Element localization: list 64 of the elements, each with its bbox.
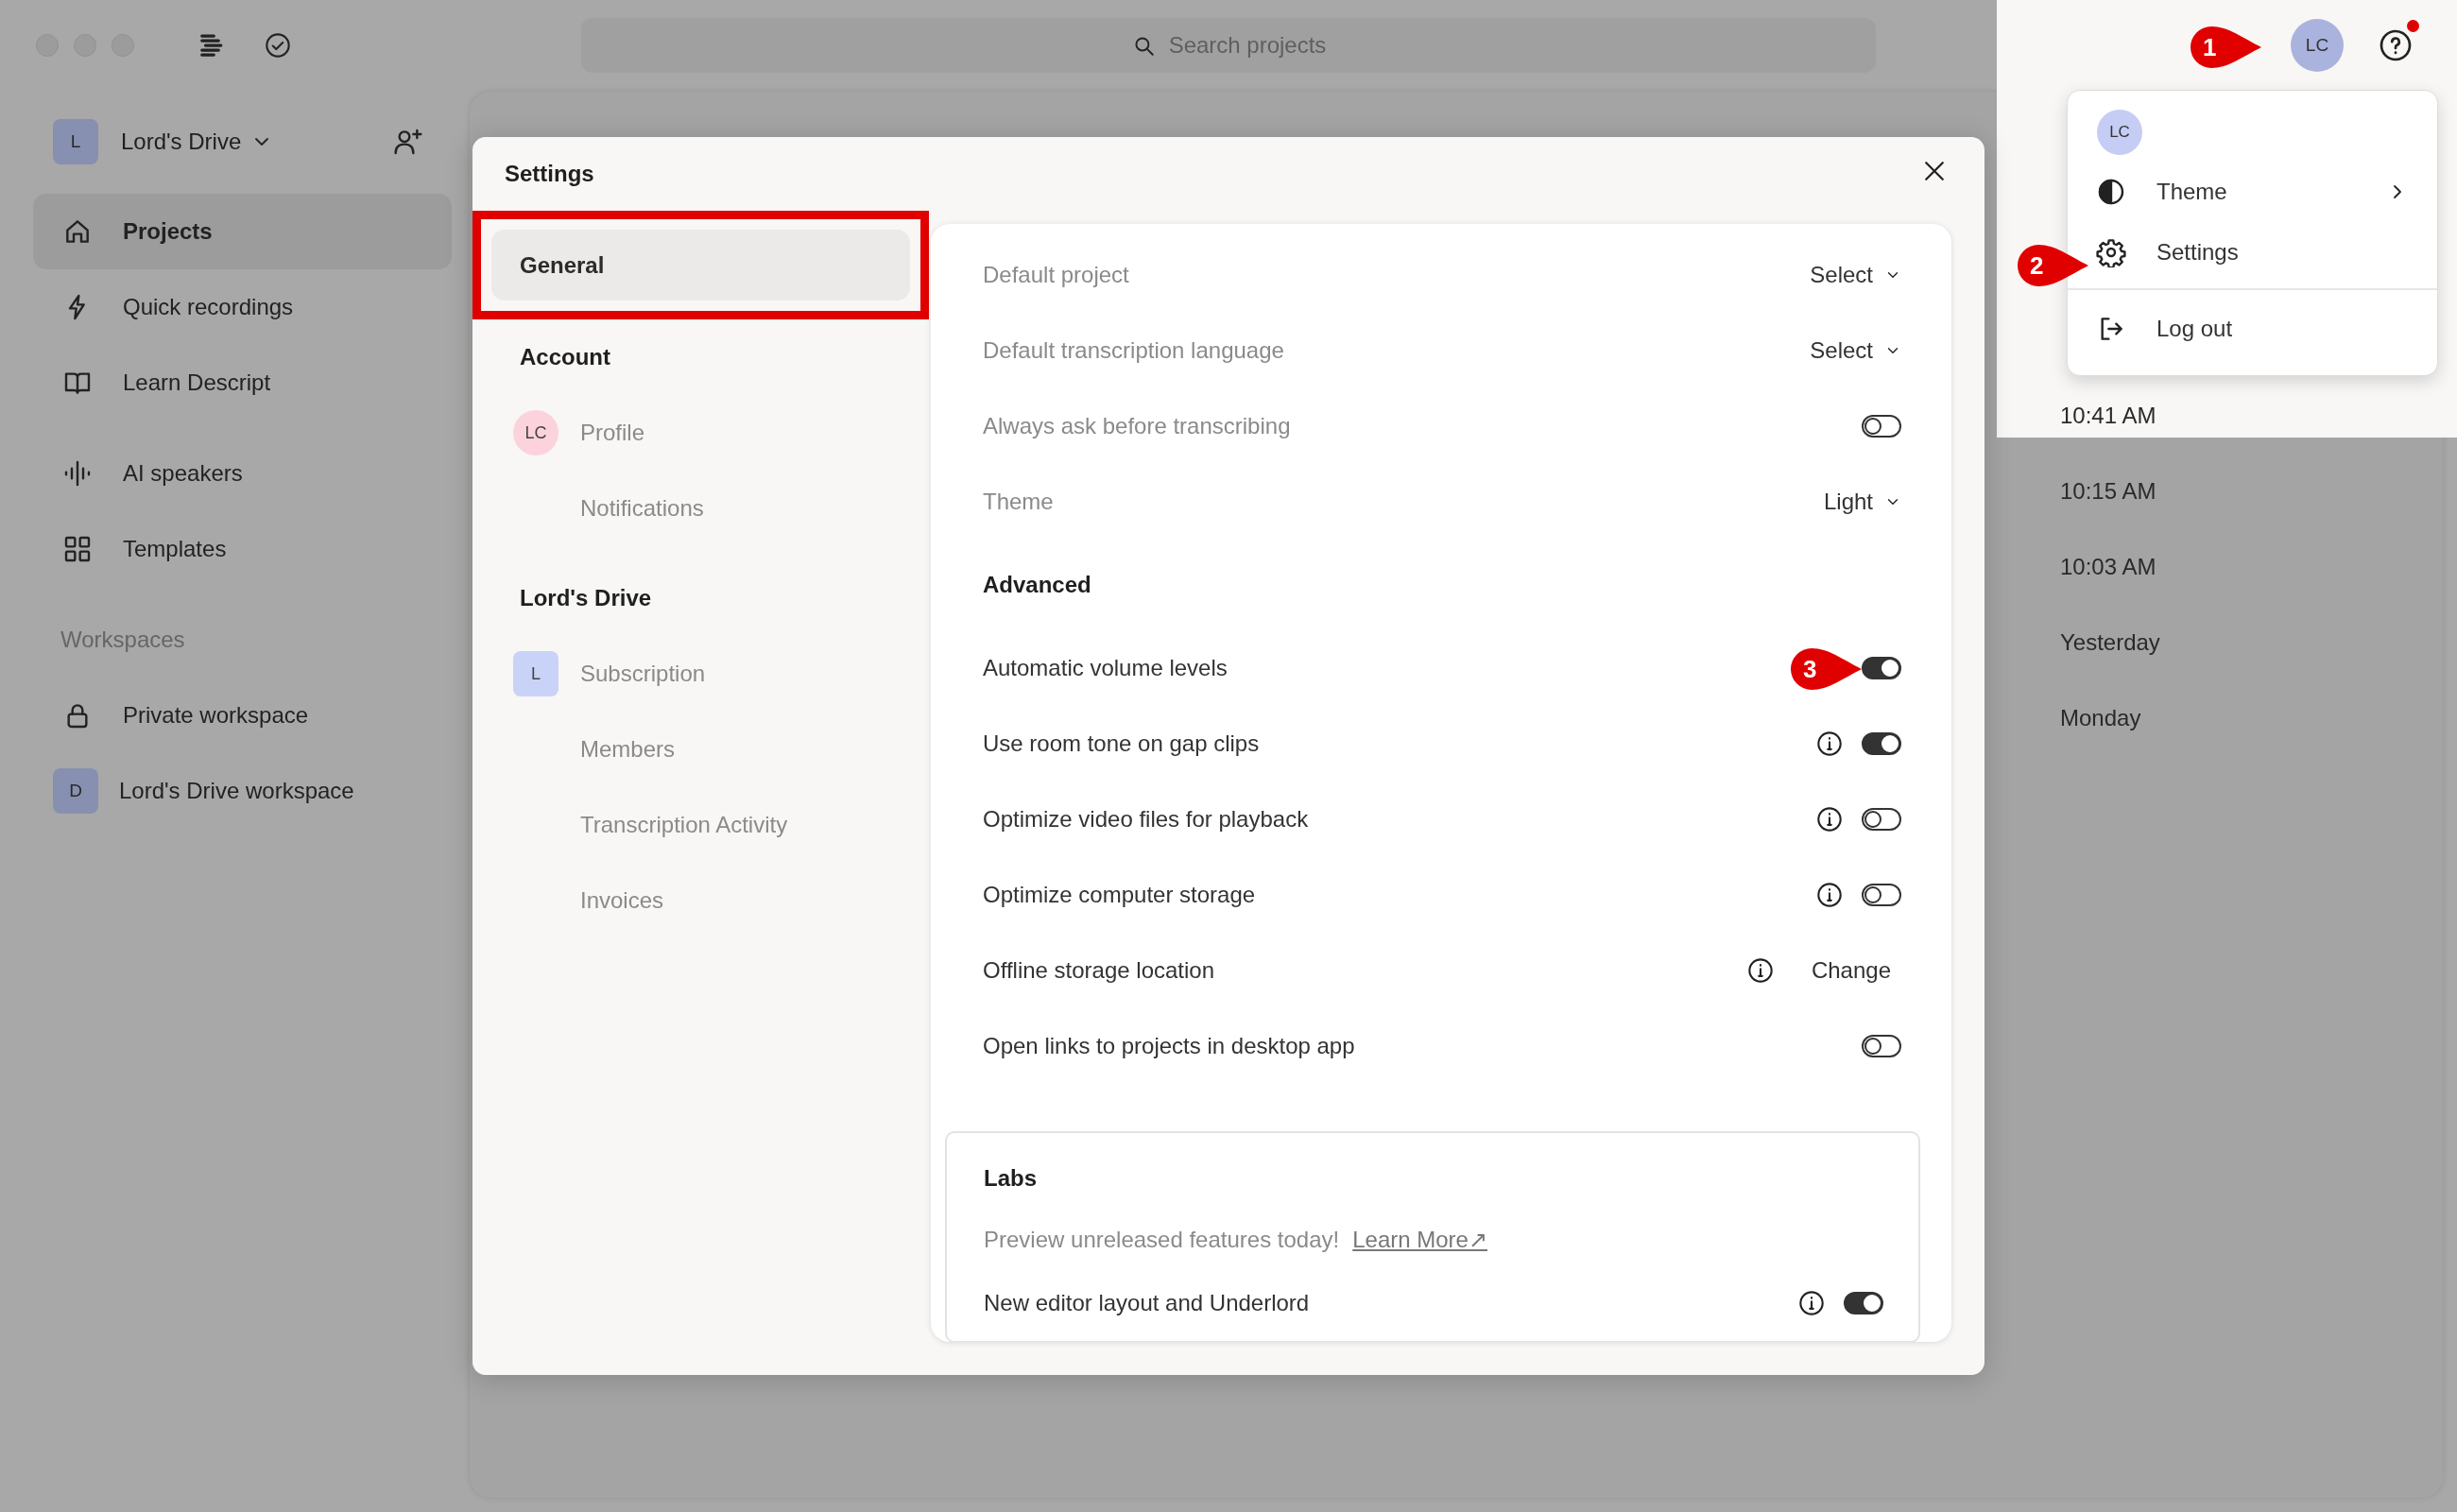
section-heading: Labs (983, 1164, 1038, 1193)
theme-icon (2096, 177, 2126, 207)
step-marker: 2 (2018, 245, 2088, 286)
settings-nav-item[interactable]: LC Profile (472, 395, 931, 471)
grid-icon (62, 534, 93, 564)
sidebar-item[interactable]: Learn Descript (33, 345, 452, 421)
help-button[interactable] (2379, 27, 2413, 62)
section-heading: Workspaces (60, 626, 186, 654)
toggle-switch[interactable] (1862, 415, 1901, 438)
toggle-switch[interactable] (1862, 732, 1901, 755)
setting-label: Theme (983, 489, 1054, 515)
workspace-avatar: D (53, 768, 98, 814)
section-heading: Account (519, 343, 611, 371)
step-marker: 1 (2191, 26, 2261, 68)
check-circle-icon (265, 31, 291, 59)
add-user-icon (393, 127, 423, 157)
project-time: 10:15 AM (2060, 477, 2157, 506)
toggle-switch[interactable] (1862, 657, 1901, 679)
help-icon (2379, 27, 2413, 62)
sidebar-item[interactable]: Projects (33, 194, 452, 269)
setting-label: Always ask before transcribing (983, 413, 1291, 439)
setting-label: Optimize video files for playback (983, 806, 1309, 833)
project-time: Yesterday (2060, 628, 2161, 657)
setting-label: Offline storage location (983, 957, 1215, 984)
settings-icon (2096, 237, 2126, 267)
setting-label: Automatic volume levels (983, 655, 1228, 681)
select-dropdown[interactable]: Select (1810, 262, 1901, 288)
dialog-title: Settings (505, 161, 594, 187)
sidebar-item[interactable]: D Lord's Drive workspace (33, 753, 452, 829)
setting-label: Open links to projects in desktop app (983, 1033, 1355, 1059)
project-time: 10:03 AM (2060, 553, 2157, 581)
select-dropdown[interactable]: Select (1810, 337, 1901, 364)
toggle-switch[interactable] (1862, 1035, 1901, 1057)
avatar: L (513, 651, 558, 696)
setting-label: Optimize computer storage (983, 882, 1256, 908)
setting-label: New editor layout and Underlord (984, 1290, 1310, 1316)
menu-item[interactable]: Log out (2068, 296, 2437, 362)
user-avatar: LC (2097, 110, 2142, 155)
setting-label: Default project (983, 262, 1129, 288)
section-heading: Lord's Drive (519, 584, 653, 612)
toggle-switch[interactable] (1844, 1292, 1883, 1314)
settings-nav-item[interactable]: L Subscription (472, 636, 931, 712)
settings-nav-item[interactable]: General (491, 230, 910, 301)
section-heading: Advanced (982, 571, 1092, 599)
learn-more-link[interactable]: Learn More↗ (1352, 1227, 1487, 1253)
drive-avatar: L (53, 119, 98, 164)
sidebar-item[interactable]: Quick recordings (33, 269, 452, 345)
sidebar-item[interactable]: Private workspace (33, 678, 452, 753)
avatar: LC (513, 410, 558, 455)
project-time: 10:41 AM (2060, 402, 2157, 430)
setting-label: Default transcription language (983, 337, 1284, 364)
toggle-switch[interactable] (1862, 884, 1901, 906)
sidebar-item[interactable]: AI speakers (33, 436, 452, 511)
setting-label: Use room tone on gap clips (983, 730, 1260, 757)
change-button[interactable]: Change (1792, 957, 1901, 984)
sidebar-item[interactable]: Templates (33, 511, 452, 587)
step-marker: 3 (1791, 648, 1862, 690)
menu-item[interactable]: Theme (2068, 162, 2437, 222)
project-time: Monday (2060, 704, 2142, 732)
description-text: Preview unreleased features today! (984, 1227, 1340, 1253)
waveform-icon (62, 458, 93, 489)
drive-name[interactable]: Lord's Drive (121, 129, 242, 155)
select-dropdown[interactable]: Light (1823, 489, 1901, 515)
toggle-switch[interactable] (1862, 808, 1901, 831)
